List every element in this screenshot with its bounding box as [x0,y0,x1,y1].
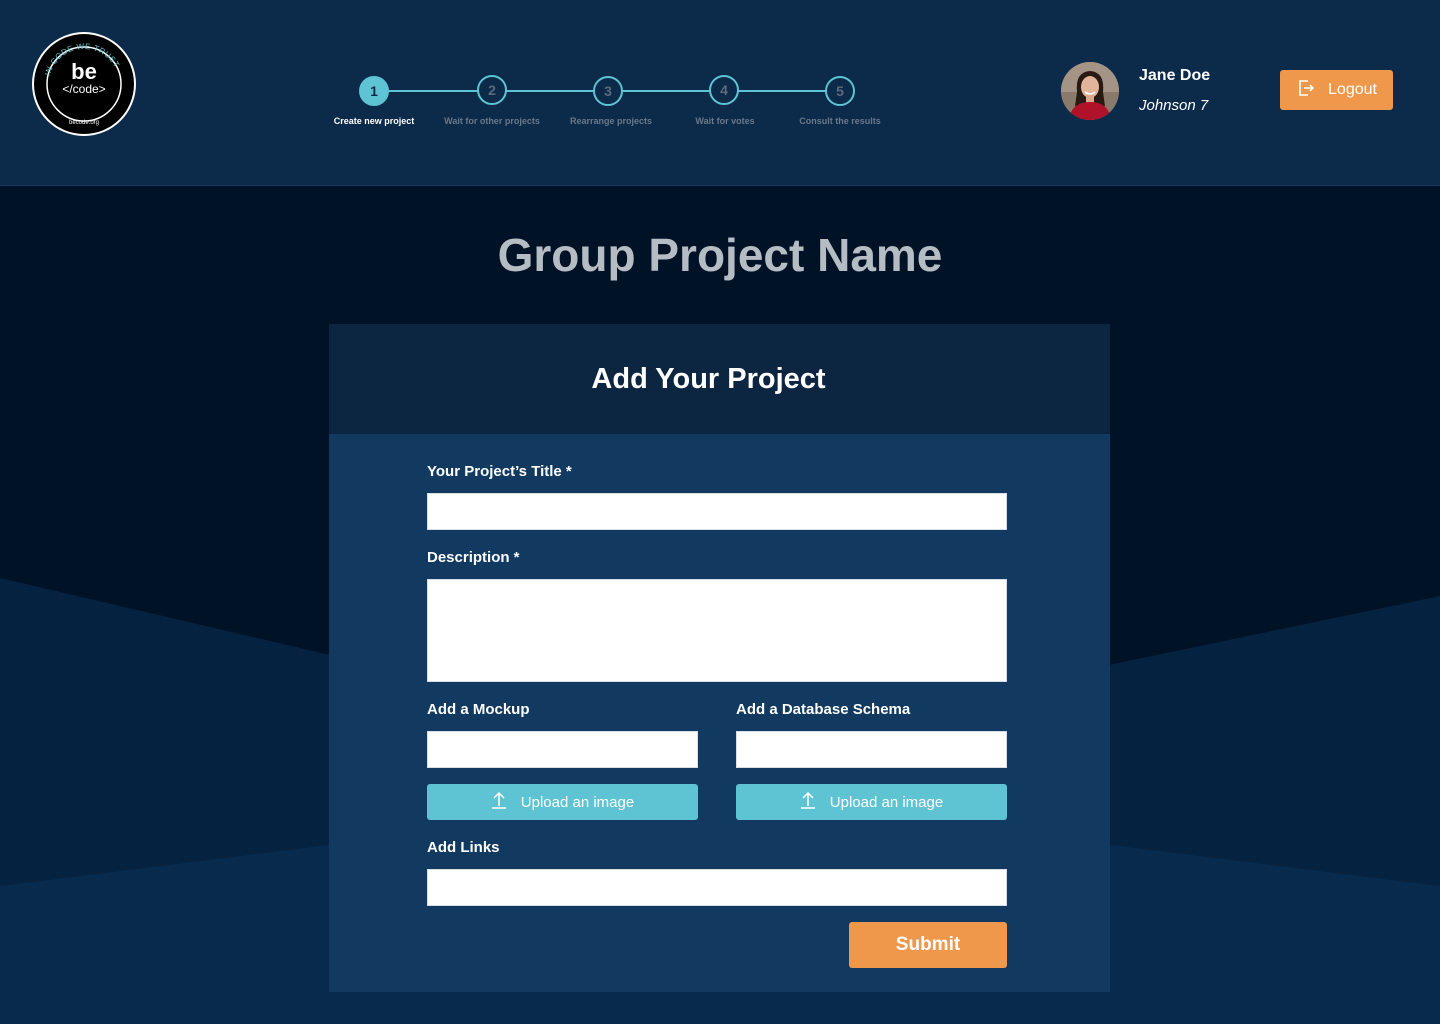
card-header: Add Your Project [329,324,1110,434]
step-3[interactable]: 3 [593,76,623,106]
mockup-upload-button[interactable]: Upload an image [427,784,698,820]
step-4[interactable]: 4 [709,75,739,105]
step-number: 1 [370,83,378,99]
project-title-label: Your Project’s Title * [427,463,572,480]
add-project-card: Add Your Project Your Project’s Title * … [329,324,1110,992]
schema-label: Add a Database Schema [736,701,911,718]
becode-logo[interactable]: IN CODE WE TRUST be </code> becode.org [31,31,137,137]
user-name: Jane Doe [1139,67,1211,84]
step-number: 3 [604,83,612,99]
step-1[interactable]: 1 [359,76,389,106]
svg-text:becode.org: becode.org [69,120,99,126]
project-title-input[interactable] [427,493,1007,530]
mockup-label: Add a Mockup [427,701,530,718]
schema-upload-button[interactable]: Upload an image [736,784,1007,820]
upload-icon [800,791,816,813]
card-title: Add Your Project [591,362,826,395]
upload-label: Upload an image [520,793,635,811]
logout-button[interactable]: Logout [1280,70,1393,110]
links-input[interactable] [427,869,1007,906]
step-number: 4 [720,82,728,98]
page-title: Group Project Name [497,229,943,281]
step-5[interactable]: 5 [825,76,855,106]
logout-icon [1296,78,1316,103]
mockup-input[interactable] [427,731,698,768]
schema-input[interactable] [736,731,1007,768]
step-2[interactable]: 2 [477,75,507,105]
svg-text:</code>: </code> [62,82,105,96]
step-number: 5 [836,83,844,99]
description-label: Description * [427,549,520,566]
step-number: 2 [488,82,496,98]
description-textarea[interactable] [427,579,1007,682]
svg-text:be: be [71,59,97,84]
user-group: Johnson 7 [1139,97,1209,114]
upload-icon [491,791,507,813]
progress-stepper: 1 Create new project 2 Wait for other pr… [320,75,900,136]
top-header: IN CODE WE TRUST be </code> becode.org 1… [0,0,1440,186]
links-label: Add Links [427,839,500,856]
submit-button[interactable]: Submit [849,922,1007,968]
upload-label: Upload an image [829,793,944,811]
step-5-label: Consult the results [799,116,881,126]
user-avatar[interactable] [1061,62,1119,120]
logout-label: Logout [1328,81,1377,98]
